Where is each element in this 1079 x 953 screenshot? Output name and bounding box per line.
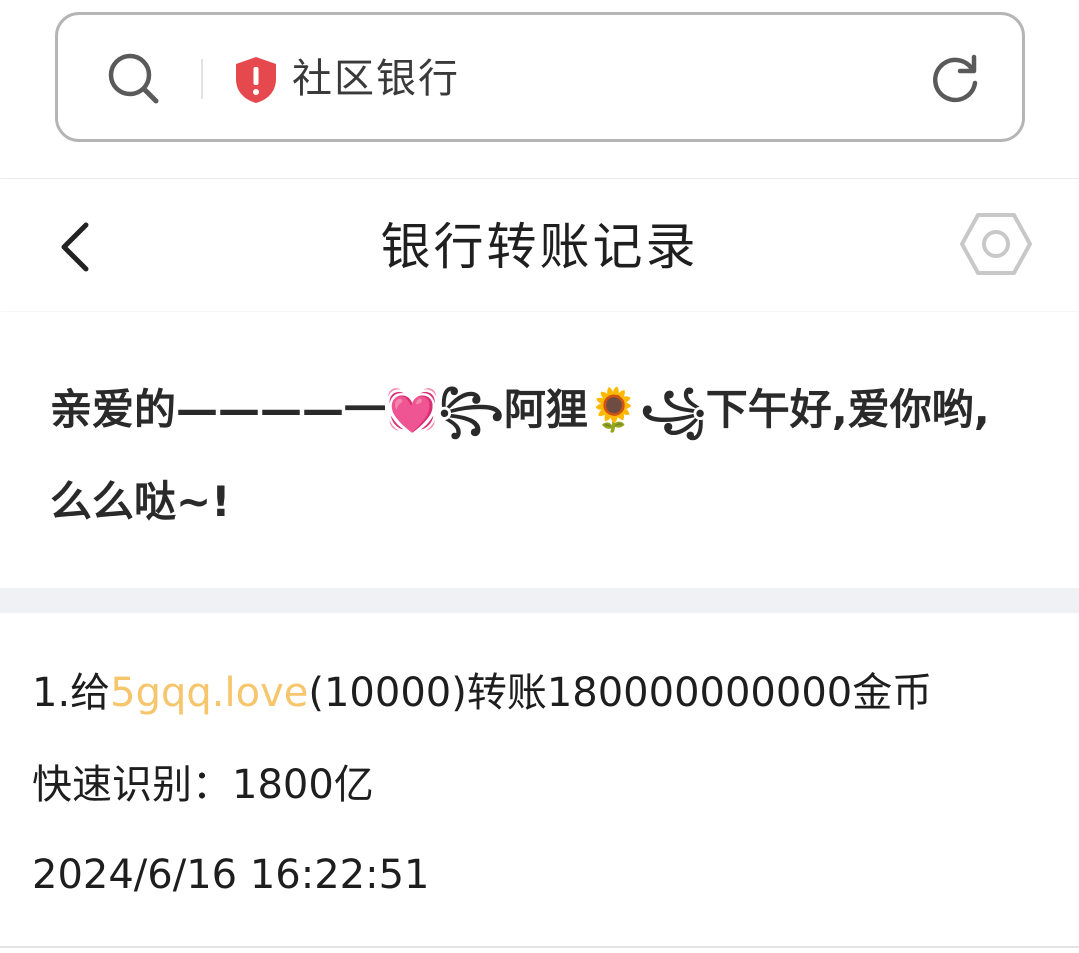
address-bar[interactable]: 社区银行 — [55, 12, 1025, 142]
transfer-amount: (10000)转账180000000000金币 — [308, 670, 933, 716]
shield-icon — [236, 57, 276, 103]
settings-icon[interactable] — [958, 211, 1034, 277]
transfer-prefix: 1.给 — [32, 670, 111, 716]
refresh-icon[interactable] — [928, 53, 982, 107]
page-title: 银行转账记录 — [380, 218, 699, 276]
search-icon[interactable] — [106, 51, 162, 107]
greeting-message: 亲爱的————一💓꧂阿狸🌻꧁下午好,爱你哟,么么哒~! — [50, 385, 990, 526]
page-header: 银行转账记录 — [0, 179, 1079, 311]
browser-top-bar: 社区银行 — [0, 0, 1079, 178]
quick-recognition: 快速识别：1800亿 — [32, 762, 374, 808]
transfer-timestamp: 2024/6/16 16:22:51 — [32, 852, 430, 898]
bottom-divider — [0, 946, 1079, 948]
greeting-section: 亲爱的————一💓꧂阿狸🌻꧁下午好,爱你哟,么么哒~! — [0, 312, 1079, 588]
site-name[interactable]: 社区银行 — [292, 51, 460, 107]
recipient-link[interactable]: 5gqq.love — [110, 670, 308, 716]
transfer-detail: 1.给5gqq.love(10000)转账180000000000金币 — [32, 665, 932, 721]
transfer-record: 1.给5gqq.love(10000)转账180000000000金币 快速识别… — [0, 613, 1079, 947]
section-gap — [0, 588, 1079, 613]
address-separator — [201, 59, 203, 99]
